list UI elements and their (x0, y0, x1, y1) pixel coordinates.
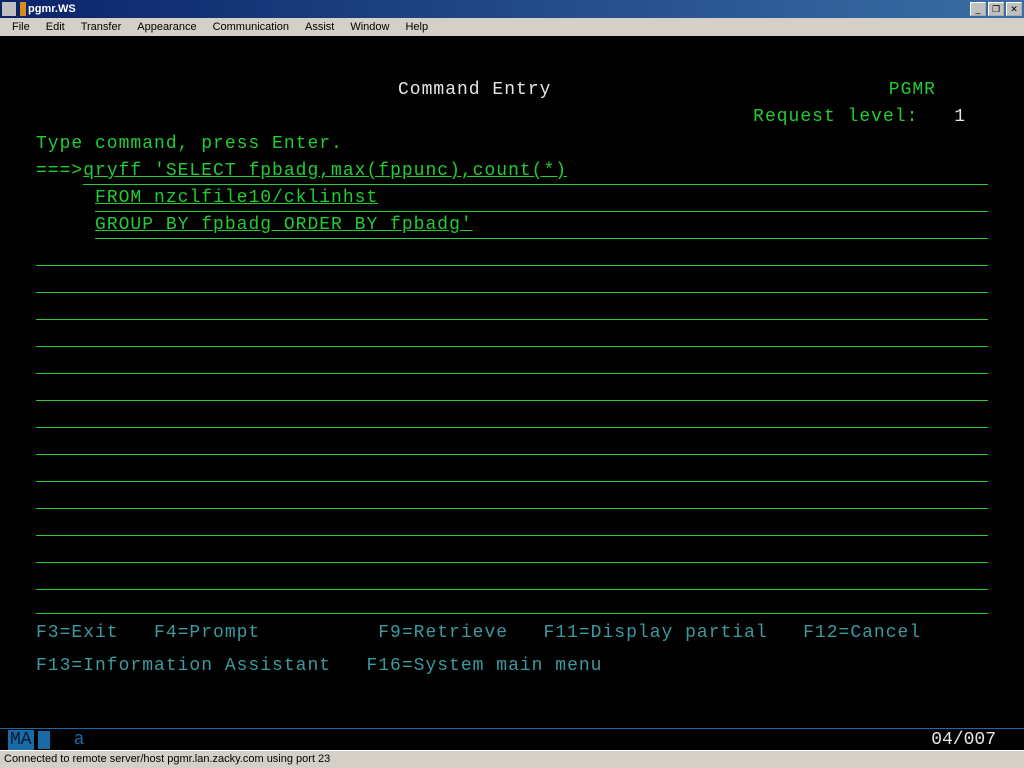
menu-assist[interactable]: Assist (297, 19, 342, 35)
command-input-blank[interactable] (36, 428, 988, 455)
minimize-button[interactable]: _ (970, 2, 986, 16)
menu-appearance[interactable]: Appearance (129, 19, 204, 35)
terminal-screen[interactable]: Command Entry PGMR Request level: 1 Type… (0, 36, 1024, 728)
user-id: PGMR (889, 77, 936, 104)
close-button[interactable]: ✕ (1006, 2, 1022, 16)
instruction-text: Type command, press Enter. (8, 131, 1016, 158)
menu-help[interactable]: Help (397, 19, 436, 35)
command-input-blank[interactable] (36, 347, 988, 374)
function-keys-row-2: F13=Information Assistant F16=System mai… (36, 653, 988, 680)
status-cursor-icon (38, 731, 50, 749)
command-input-1[interactable]: qryff 'SELECT fpbadg,max(fppunc),count(*… (83, 158, 988, 185)
status-indicator: a (74, 730, 85, 750)
cursor-position: 04/007 (931, 730, 996, 750)
menu-window[interactable]: Window (342, 19, 397, 35)
function-keys-row-1: F3=Exit F4=Prompt F9=Retrieve F11=Displa… (36, 620, 988, 647)
command-line-3[interactable]: GROUP BY fpbadg ORDER BY fpbadg' (36, 212, 988, 239)
connection-status: Connected to remote server/host pgmr.lan… (4, 753, 330, 765)
command-input-blank[interactable] (36, 374, 988, 401)
command-input-blank[interactable] (36, 536, 988, 563)
command-input-blank[interactable] (36, 320, 988, 347)
terminal-status-line: MA a 04/007 (0, 728, 1024, 750)
request-level-value: 1 (954, 107, 966, 127)
app-icon (20, 2, 26, 16)
status-mode: MA (8, 730, 34, 750)
request-level-label: Request level: (753, 107, 918, 127)
command-line-2[interactable]: FROM nzclfile10/cklinhst (36, 185, 988, 212)
command-input-2[interactable]: FROM nzclfile10/cklinhst (95, 185, 988, 212)
menu-transfer[interactable]: Transfer (73, 19, 130, 35)
menu-bar: File Edit Transfer Appearance Communicat… (0, 18, 1024, 36)
command-line-1[interactable]: ===> qryff 'SELECT fpbadg,max(fppunc),co… (36, 158, 988, 185)
command-input-blank[interactable] (36, 293, 988, 320)
command-input-3[interactable]: GROUP BY fpbadg ORDER BY fpbadg' (95, 212, 988, 239)
command-input-blank[interactable] (36, 482, 988, 509)
command-prompt: ===> (36, 158, 83, 185)
window-status-bar: Connected to remote server/host pgmr.lan… (0, 750, 1024, 768)
window-titlebar: pgmr.WS _ ❐ ✕ (0, 0, 1024, 18)
menu-communication[interactable]: Communication (205, 19, 297, 35)
window-title: pgmr.WS (28, 3, 76, 15)
blank-row (8, 50, 1016, 77)
command-input-blank[interactable] (36, 563, 988, 590)
bottom-divider (36, 604, 988, 614)
menu-file[interactable]: File (4, 19, 38, 35)
command-input-blank[interactable] (36, 401, 988, 428)
indent-spacer (36, 185, 95, 212)
command-input-blank[interactable] (36, 239, 988, 266)
command-input-blank[interactable] (36, 509, 988, 536)
menu-edit[interactable]: Edit (38, 19, 73, 35)
command-input-blank[interactable] (36, 455, 988, 482)
system-menu-icon[interactable] (2, 2, 16, 16)
screen-title: Command Entry (398, 77, 551, 104)
maximize-button[interactable]: ❐ (988, 2, 1004, 16)
command-input-blank[interactable] (36, 266, 988, 293)
indent-spacer (36, 212, 95, 239)
